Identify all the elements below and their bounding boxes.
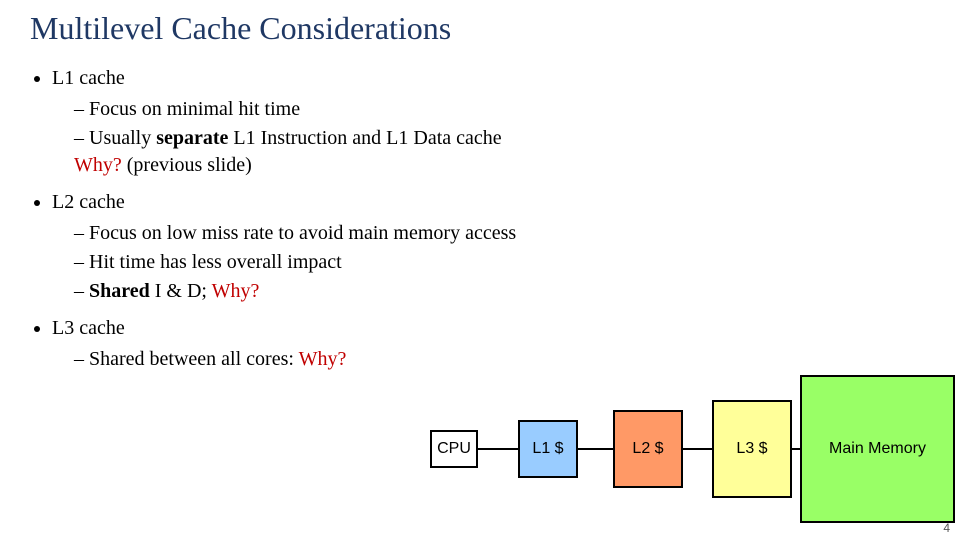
l1-sublist: Focus on minimal hit time Usually separa… xyxy=(74,96,930,179)
diagram-box-cpu: CPU xyxy=(430,430,478,468)
l1-sub-why-rest: (previous slide) xyxy=(122,154,252,176)
l2-sub-why: Why? xyxy=(212,280,260,302)
diagram-box-l3: L3 $ xyxy=(712,400,792,498)
bullet-l1-cache-label: L1 cache xyxy=(52,67,125,89)
connector-l1-l2 xyxy=(578,448,613,450)
l2-sub-shared-mid: I & D; xyxy=(150,280,212,302)
l2-sub-shared: Shared I & D; Why? xyxy=(74,278,930,305)
slide-title: Multilevel Cache Considerations xyxy=(30,10,930,47)
l2-sub-shared-bold: Shared xyxy=(89,280,150,302)
bullet-l2-cache: L2 cache Focus on low miss rate to avoid… xyxy=(52,189,930,305)
l3-sub-why: Why? xyxy=(299,348,347,370)
diagram-box-l2: L2 $ xyxy=(613,410,683,488)
l1-sub-separate: Usually separate L1 Instruction and L1 D… xyxy=(74,125,930,179)
l3-sublist: Shared between all cores: Why? xyxy=(74,346,930,373)
l2-sub-miss-rate: Focus on low miss rate to avoid main mem… xyxy=(74,220,930,247)
cache-hierarchy-diagram: CPU L1 $ L2 $ L3 $ Main Memory xyxy=(430,390,960,520)
slide-body: L1 cache Focus on minimal hit time Usual… xyxy=(30,65,930,373)
l3-sub-shared: Shared between all cores: Why? xyxy=(74,346,930,373)
diagram-box-l1: L1 $ xyxy=(518,420,578,478)
slide: Multilevel Cache Considerations L1 cache… xyxy=(0,0,960,540)
l2-sub-hit-time: Hit time has less overall impact xyxy=(74,249,930,276)
bullet-l3-cache: L3 cache Shared between all cores: Why? xyxy=(52,315,930,373)
connector-cpu-l1 xyxy=(478,448,518,450)
connector-l2-l3 xyxy=(683,448,712,450)
bullet-l2-cache-label: L2 cache xyxy=(52,191,125,213)
bullet-l3-cache-label: L3 cache xyxy=(52,317,125,339)
l1-sub-separate-bold: separate xyxy=(156,127,228,149)
l1-sub-separate-pre: Usually xyxy=(89,127,156,149)
bullet-list-lvl1: L1 cache Focus on minimal hit time Usual… xyxy=(52,65,930,373)
diagram-box-main-memory: Main Memory xyxy=(800,375,955,523)
slide-number: 4 xyxy=(943,521,950,535)
bullet-l1-cache: L1 cache Focus on minimal hit time Usual… xyxy=(52,65,930,179)
connector-l3-mm xyxy=(792,448,800,450)
l1-sub-hit-time: Focus on minimal hit time xyxy=(74,96,930,123)
l2-sublist: Focus on low miss rate to avoid main mem… xyxy=(74,220,930,305)
l1-sub-why: Why? xyxy=(74,154,122,176)
l3-sub-shared-pre: Shared between all cores: xyxy=(89,348,299,370)
l1-sub-separate-post: L1 Instruction and L1 Data cache xyxy=(228,127,501,149)
